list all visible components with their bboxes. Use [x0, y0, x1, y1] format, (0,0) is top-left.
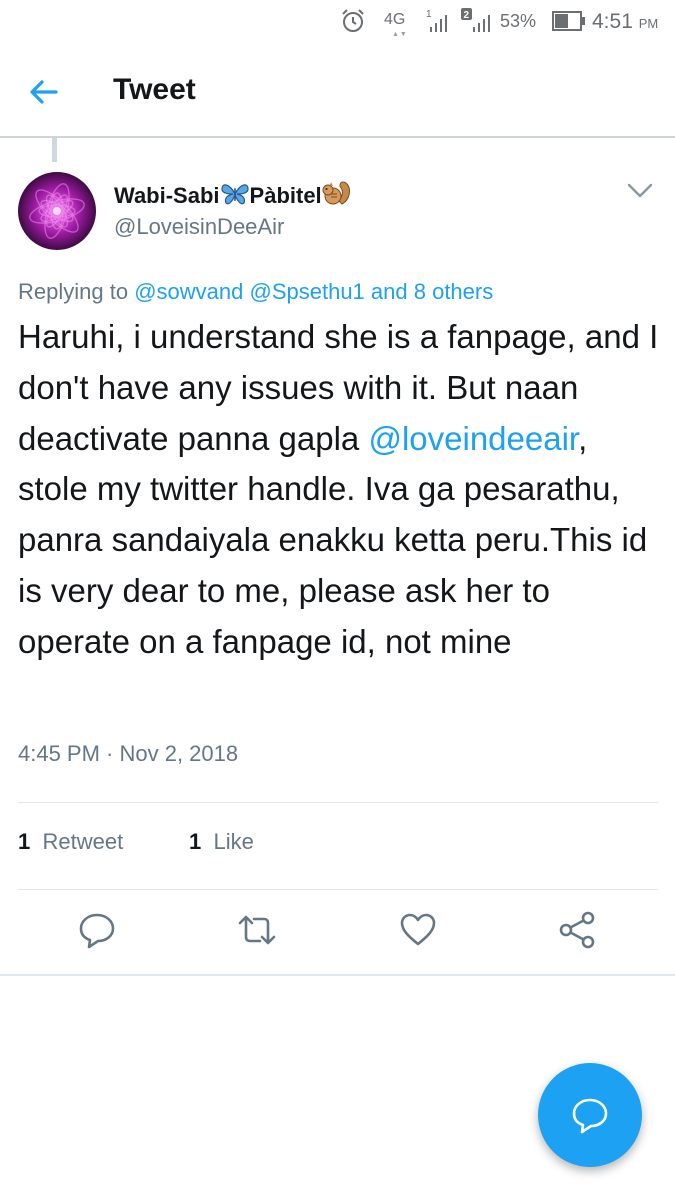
compose-reply-button[interactable] — [538, 1063, 642, 1167]
battery-percent: 53% — [500, 11, 537, 31]
data-activity-icon: ▲▼ — [392, 31, 408, 38]
butterfly-emoji-icon — [220, 184, 249, 205]
retweet-icon[interactable] — [237, 910, 277, 950]
divider — [0, 974, 675, 976]
likes-stat[interactable]: 1 Like — [189, 829, 254, 855]
display-name[interactable]: Wabi-Sabi Pàbitel — [114, 180, 352, 209]
network-type: 4G — [384, 11, 406, 28]
alarm-icon — [342, 9, 364, 32]
tweet-timestamp: 4:45 PM · Nov 2, 2018 — [18, 741, 239, 766]
page-title: Tweet — [113, 73, 196, 106]
dahlia-flower-image — [29, 183, 85, 239]
mention-link[interactable]: @sowvand — [134, 279, 243, 304]
share-icon[interactable] — [557, 910, 597, 950]
reply-icon[interactable] — [77, 910, 117, 950]
tweet-text: Haruhi, i understand she is a fanpage, a… — [18, 318, 659, 660]
divider — [18, 889, 658, 890]
back-arrow-icon[interactable] — [26, 74, 62, 110]
signal-icon: 1 — [426, 9, 447, 32]
user-handle[interactable]: @LoveisinDeeAir — [114, 214, 284, 240]
avatar[interactable] — [18, 172, 96, 250]
mention-link[interactable]: @loveindeeair — [368, 420, 578, 457]
retweets-stat[interactable]: 1 Retweet — [18, 829, 123, 855]
sim1-badge: 1 — [426, 9, 432, 20]
like-icon[interactable] — [398, 910, 438, 950]
compose-reply-icon — [572, 1098, 608, 1134]
replying-to: Replying to @sowvand @Spsethu1 and 8 oth… — [18, 279, 494, 304]
signal-icon: 2 — [461, 8, 490, 32]
divider — [18, 802, 658, 803]
chevron-down-icon[interactable] — [626, 180, 654, 202]
thread-connector-line — [52, 138, 57, 162]
mention-link[interactable]: @Spsethu1 — [250, 279, 365, 304]
sim2-badge: 2 — [464, 10, 470, 21]
app-header: Tweet — [0, 44, 675, 138]
chipmunk-emoji-icon — [322, 181, 350, 205]
tweet-actions — [0, 910, 675, 958]
others-link[interactable]: and 8 others — [371, 279, 493, 304]
clock: 4:51 PM — [592, 10, 659, 33]
status-bar: 4G ▲▼ 1 2 53% 4:51 PM — [0, 0, 675, 44]
battery-icon — [552, 11, 585, 31]
